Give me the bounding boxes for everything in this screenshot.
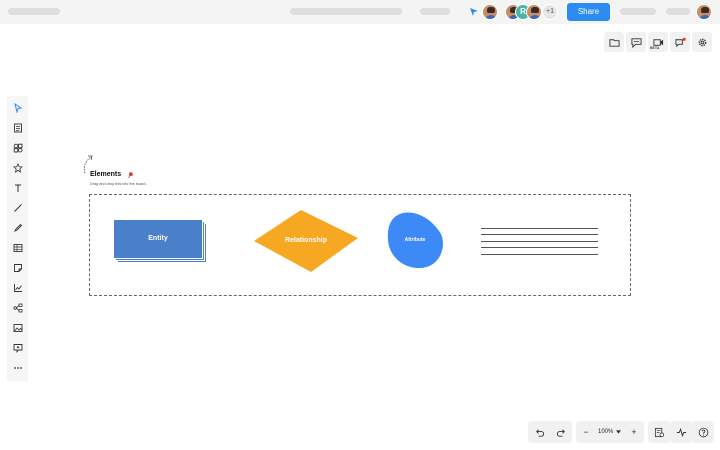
comment-icon: [630, 37, 642, 48]
undo-button[interactable]: [528, 421, 550, 443]
relationship-label: Relationship: [284, 237, 327, 244]
line-element-3[interactable]: [481, 241, 598, 242]
profile-avatar[interactable]: [696, 4, 712, 20]
settings-button[interactable]: [692, 32, 712, 52]
chat-icon: [674, 37, 686, 47]
tool-diagram[interactable]: [12, 302, 23, 313]
line-element-1[interactable]: [481, 228, 598, 229]
presentation-group: [648, 421, 670, 443]
chevron-down-icon: [616, 430, 621, 434]
help-icon: [698, 427, 708, 437]
tool-notes[interactable]: [12, 122, 23, 133]
toolbar-placeholder-2: [420, 8, 450, 15]
activity-icon: [676, 427, 686, 437]
board-title-placeholder: [8, 8, 60, 15]
cursor-icon: [470, 8, 478, 16]
table-icon: [13, 243, 22, 252]
embed-icon: [13, 343, 22, 353]
tool-star[interactable]: [12, 162, 23, 173]
tool-more[interactable]: [12, 362, 23, 373]
tool-shapes[interactable]: [12, 142, 23, 153]
tool-chart[interactable]: [12, 282, 23, 293]
beta-badge: BETA: [650, 46, 660, 50]
pin-icon: [128, 172, 133, 179]
line-icon: [13, 203, 22, 212]
tool-line[interactable]: [12, 202, 23, 213]
chart-icon: [13, 283, 22, 292]
folder-icon: [608, 38, 620, 47]
line-element-4[interactable]: [481, 247, 598, 248]
zoom-out-button[interactable]: −: [576, 421, 596, 443]
shapes-icon: [13, 143, 22, 152]
help-button[interactable]: [692, 421, 714, 443]
entity-element[interactable]: Entity: [113, 219, 207, 263]
left-toolbar: [7, 96, 28, 381]
entity-label: Entity: [148, 235, 168, 242]
chat-button[interactable]: [670, 32, 690, 52]
tool-sticky-note[interactable]: [12, 262, 23, 273]
top-bar: R +1 Share: [0, 0, 720, 24]
select-icon: [13, 102, 22, 113]
tool-table[interactable]: [12, 242, 23, 253]
elements-subtitle: Drag and drop this into the board.: [90, 182, 147, 186]
account-placeholder: [620, 8, 656, 15]
more-collaborators-badge[interactable]: +1: [542, 4, 558, 20]
history-controls: [528, 421, 572, 443]
board-navigator-button[interactable]: [648, 421, 670, 443]
tool-select[interactable]: [12, 102, 23, 113]
diagram-icon: [13, 303, 22, 312]
image-icon: [13, 323, 22, 332]
attribute-label: Attribute: [404, 237, 426, 243]
elements-title: Elements: [90, 171, 122, 178]
zoom-controls: − 100% +: [576, 421, 644, 443]
toolbar-placeholder: [290, 8, 402, 15]
undo-icon: [535, 428, 544, 437]
star-icon: [12, 162, 23, 173]
board-list-icon: [654, 427, 664, 437]
pen-icon: [13, 223, 22, 232]
tool-pen[interactable]: [12, 222, 23, 233]
share-button[interactable]: Share: [567, 3, 610, 21]
menu-placeholder: [666, 8, 690, 15]
redo-button[interactable]: [550, 421, 572, 443]
tool-text[interactable]: [12, 182, 23, 193]
notes-icon: [13, 123, 22, 132]
tool-embed[interactable]: [12, 342, 23, 353]
redo-icon: [556, 428, 565, 437]
help-group: [692, 421, 714, 443]
my-avatar[interactable]: [482, 4, 498, 20]
settings-icon: [698, 38, 706, 46]
video-button[interactable]: BETA: [648, 32, 668, 52]
activity-button[interactable]: [670, 421, 692, 443]
sticky-note-icon: [13, 263, 22, 272]
text-icon: [14, 184, 21, 192]
more-icon: [13, 366, 22, 369]
folder-button[interactable]: [604, 32, 624, 52]
line-element-5[interactable]: [481, 254, 598, 255]
tool-image[interactable]: [12, 322, 23, 333]
zoom-in-button[interactable]: +: [624, 421, 644, 443]
zoom-level[interactable]: 100%: [598, 421, 613, 443]
comment-button[interactable]: [626, 32, 646, 52]
line-element-2[interactable]: [481, 234, 598, 235]
activity-group: [670, 421, 692, 443]
collaborator-avatar-3[interactable]: [526, 4, 542, 20]
